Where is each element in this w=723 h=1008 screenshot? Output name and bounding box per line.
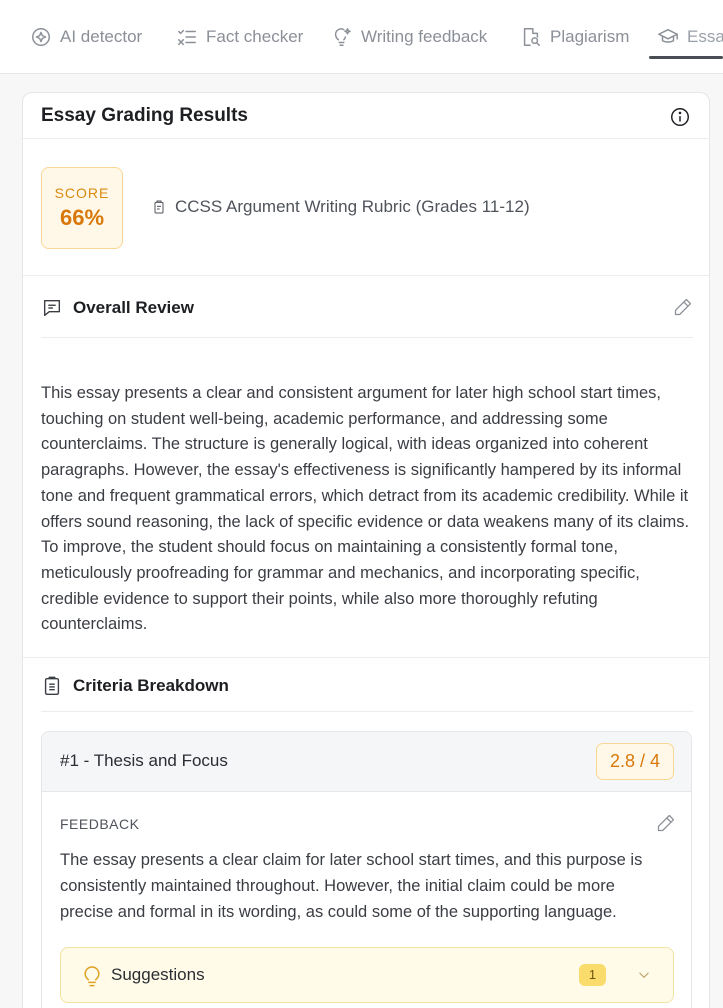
active-tab-indicator xyxy=(649,56,723,59)
tab-essay-grader[interactable]: Essa xyxy=(657,0,723,73)
overall-review-text: This essay presents a clear and consiste… xyxy=(41,384,690,634)
section-title: Overall Review xyxy=(73,298,194,317)
criterion-card: #1 - Thesis and Focus 2.8 / 4 FEEDBACK T… xyxy=(41,731,692,1008)
tab-fact-checker[interactable]: Fact checker xyxy=(176,0,304,73)
tab-ai-detector[interactable]: AI detector xyxy=(30,0,143,73)
divider xyxy=(23,275,709,276)
lightbulb-icon xyxy=(334,28,351,46)
section-title: Criteria Breakdown xyxy=(73,676,229,695)
feedback-text: The essay presents a clear claim for lat… xyxy=(60,851,643,921)
clipboard-list-icon xyxy=(44,676,60,695)
rubric-info: CCSS Argument Writing Rubric (Grades 11-… xyxy=(151,197,530,217)
tab-label: Fact checker xyxy=(206,27,304,46)
score-label: SCORE xyxy=(54,185,110,201)
card-title: Essay Grading Results xyxy=(41,105,248,126)
tab-label: Plagiarism xyxy=(550,27,630,46)
edit-review-icon[interactable] xyxy=(673,297,693,317)
clipboard-icon xyxy=(154,200,164,214)
ai-detector-icon xyxy=(32,28,50,46)
criteria-breakdown-heading: Criteria Breakdown xyxy=(41,675,229,697)
lightbulb-icon xyxy=(81,964,103,988)
suggestions-label: Suggestions xyxy=(111,965,205,984)
tab-plagiarism[interactable]: Plagiarism xyxy=(520,0,630,73)
criterion-title: #1 - Thesis and Focus xyxy=(60,751,228,770)
card-header: Essay Grading Results xyxy=(23,93,709,139)
divider xyxy=(23,657,709,658)
divider xyxy=(41,711,693,712)
score-value: 66% xyxy=(59,205,105,230)
info-icon[interactable] xyxy=(669,106,691,128)
chevron-down-icon[interactable] xyxy=(635,966,653,984)
tab-label: Essa xyxy=(687,27,723,46)
feedback-label: FEEDBACK xyxy=(60,816,140,832)
criterion-header[interactable]: #1 - Thesis and Focus 2.8 / 4 xyxy=(42,732,691,792)
tab-label: AI detector xyxy=(60,27,143,46)
suggestions-count-badge: 1 xyxy=(579,964,606,986)
document-search-icon xyxy=(523,28,540,46)
tab-bar: AI detector Fact checker Writing feedbac… xyxy=(0,0,723,74)
divider xyxy=(41,337,693,338)
score-badge: SCORE 66% xyxy=(41,167,123,249)
chat-bubble-icon xyxy=(43,299,61,317)
suggestions-toggle[interactable]: Suggestions 1 xyxy=(60,947,674,1003)
criterion-score-badge: 2.8 / 4 xyxy=(595,743,674,780)
essay-grading-card: Essay Grading Results SCORE 66% CCSS Arg… xyxy=(22,92,710,1008)
tab-writing-feedback[interactable]: Writing feedback xyxy=(331,0,488,73)
rubric-name: CCSS Argument Writing Rubric (Grades 11-… xyxy=(175,197,530,216)
edit-feedback-icon[interactable] xyxy=(656,813,676,833)
tab-label: Writing feedback xyxy=(361,27,488,46)
overall-review-heading: Overall Review xyxy=(41,297,194,319)
graduation-cap-icon xyxy=(658,28,678,43)
checklist-icon xyxy=(178,29,196,46)
